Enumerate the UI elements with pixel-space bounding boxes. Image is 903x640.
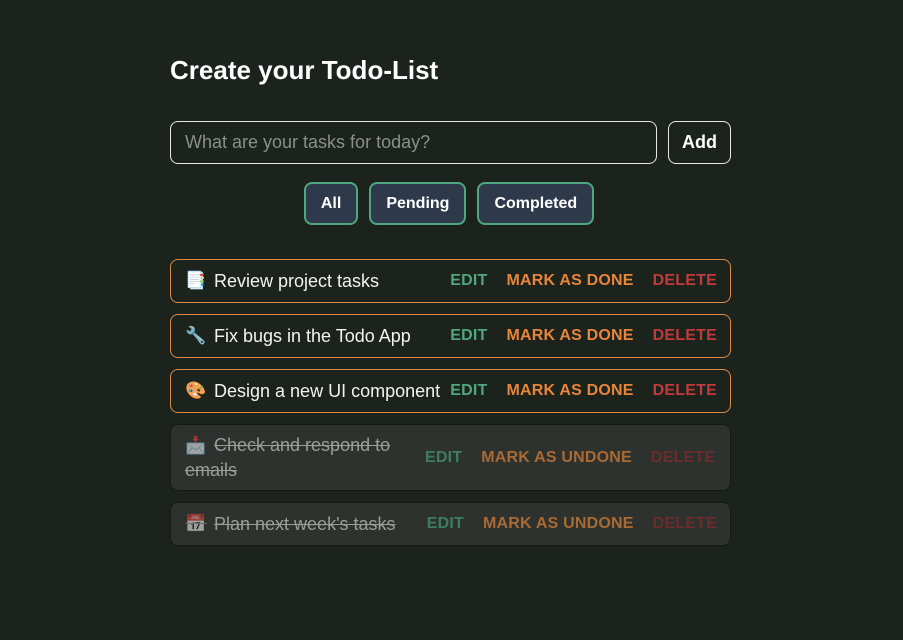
mark-undone-button[interactable]: MARK AS UNDONE <box>481 449 632 467</box>
task-text: 📩 Check and respond to emails <box>185 433 425 482</box>
task-text-label: Check and respond to emails <box>185 435 391 480</box>
mark-undone-button[interactable]: MARK AS UNDONE <box>483 515 634 533</box>
calendar-icon: 📅 <box>185 514 207 533</box>
task-text-wrap: 📅 Plan next week's tasks <box>185 512 427 536</box>
delete-button[interactable]: DELETE <box>653 272 717 290</box>
task-actions: EDIT MARK AS DONE DELETE <box>450 327 717 345</box>
edit-button[interactable]: EDIT <box>425 449 462 467</box>
task-item: 🔧 Fix bugs in the Todo App EDIT MARK AS … <box>170 314 731 358</box>
delete-button[interactable]: DELETE <box>653 515 717 533</box>
add-button[interactable]: Add <box>668 121 731 164</box>
task-text-wrap: 🔧 Fix bugs in the Todo App <box>185 324 450 348</box>
task-input[interactable] <box>170 121 657 164</box>
task-actions: EDIT MARK AS UNDONE DELETE <box>427 515 717 533</box>
task-text-wrap: 📑 Review project tasks <box>185 269 450 293</box>
edit-button[interactable]: EDIT <box>450 272 487 290</box>
task-actions: EDIT MARK AS DONE DELETE <box>450 272 717 290</box>
wrench-icon: 🔧 <box>185 326 207 345</box>
input-row: Add <box>170 121 731 164</box>
delete-button[interactable]: DELETE <box>653 327 717 345</box>
delete-button[interactable]: DELETE <box>653 382 717 400</box>
task-text: Design a new UI component <box>214 381 441 401</box>
page-title: Create your Todo-List <box>170 55 439 85</box>
filter-completed-button[interactable]: Completed <box>477 182 595 225</box>
task-item-completed: 📩 Check and respond to emails EDIT MARK A… <box>170 424 731 491</box>
document-icon: 📑 <box>185 271 207 290</box>
mark-done-button[interactable]: MARK AS DONE <box>507 382 634 400</box>
palette-icon: 🎨 <box>185 381 207 400</box>
task-text-wrap: 🎨 Design a new UI component <box>185 379 450 403</box>
filter-bar: All Pending Completed <box>170 182 731 225</box>
task-text-wrap: 📩 Check and respond to emails <box>185 433 425 482</box>
task-text: Review project tasks <box>214 271 380 291</box>
task-list: 📑 Review project tasks EDIT MARK AS DONE… <box>170 259 731 546</box>
task-text: Fix bugs in the Todo App <box>214 326 411 346</box>
mark-done-button[interactable]: MARK AS DONE <box>507 327 634 345</box>
envelope-icon: 📩 <box>185 436 207 455</box>
todo-app: Create your Todo-List Add All Pending Co… <box>170 40 731 546</box>
task-item: 📑 Review project tasks EDIT MARK AS DONE… <box>170 259 731 303</box>
edit-button[interactable]: EDIT <box>450 327 487 345</box>
mark-done-button[interactable]: MARK AS DONE <box>507 272 634 290</box>
task-text: Plan next week's tasks <box>214 514 396 534</box>
task-item: 🎨 Design a new UI component EDIT MARK AS… <box>170 369 731 413</box>
task-actions: EDIT MARK AS UNDONE DELETE <box>425 449 715 467</box>
filter-all-button[interactable]: All <box>303 182 359 225</box>
task-actions: EDIT MARK AS DONE DELETE <box>450 382 717 400</box>
edit-button[interactable]: EDIT <box>427 515 464 533</box>
filter-pending-button[interactable]: Pending <box>369 182 467 225</box>
delete-button[interactable]: DELETE <box>651 449 715 467</box>
task-item-completed: 📅 Plan next week's tasks EDIT MARK AS UN… <box>170 502 731 546</box>
edit-button[interactable]: EDIT <box>450 382 487 400</box>
